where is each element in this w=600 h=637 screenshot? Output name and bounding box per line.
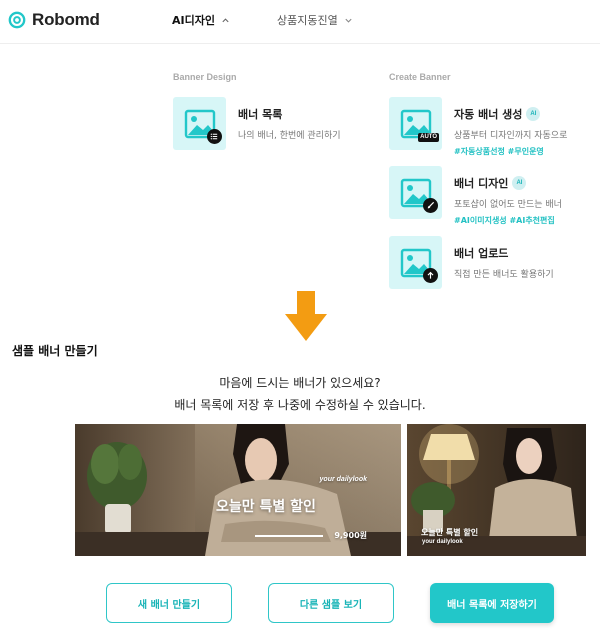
banner-design-desc: 포토샵이 없어도 만드는 배너: [454, 200, 562, 210]
banner-list-label: 배너 목록: [238, 108, 283, 121]
banner-tagline: your dailylook: [422, 539, 463, 545]
banner-headline: 오늘만 특별 할인: [216, 499, 316, 515]
banner-divider: [255, 535, 323, 537]
top-header: Robomd AI디자인 상품지동진열: [0, 0, 600, 44]
banner-list-desc: 나의 배너, 한번에 관리하기: [238, 131, 341, 141]
image-list-icon: [173, 97, 226, 150]
save-to-list-button[interactable]: 배너 목록에 저장하기: [430, 583, 554, 623]
banner-design-tags: #AI이미지생성 #AI추천편집: [454, 216, 555, 225]
sample-banner-narrow[interactable]: 오늘만 특별 할인 your dailylook: [407, 424, 586, 556]
nav-ai-design-label: AI디자인: [172, 14, 215, 27]
arrow-down-icon: [285, 291, 327, 341]
upload-arrow-icon: [423, 268, 438, 283]
section-title: 샘플 배너 만들기: [12, 344, 98, 358]
banner-tagline: your dailylook: [319, 476, 367, 483]
nav-product-display[interactable]: 상품지동진열: [277, 12, 353, 28]
banner-design-heading: Banner Design: [173, 72, 237, 82]
image-auto-icon: AUTO: [389, 97, 442, 150]
menu-item-auto-banner[interactable]: AUTO 자동 배너 생성 AI 상품부터 디자인까지 자동으로 #자동상품선정…: [389, 97, 567, 157]
menu-item-banner-design[interactable]: 배너 디자인 AI 포토샵이 없어도 만드는 배너 #AI이미지생성 #AI추천…: [389, 166, 562, 226]
menu-item-banner-upload[interactable]: 배너 업로드 직접 만든 배너도 활용하기: [389, 236, 554, 289]
auto-banner-tags: #자동상품선정 #무인운영: [454, 147, 544, 156]
image-upload-icon: [389, 236, 442, 289]
ai-badge: AI: [526, 107, 541, 121]
auto-banner-label: 자동 배너 생성: [454, 108, 523, 121]
brand-logo[interactable]: Robomd: [8, 10, 100, 30]
question-line-2: 배너 목록에 저장 후 나중에 수정하실 수 있습니다.: [174, 398, 426, 412]
sample-banner-wide[interactable]: your dailylook 오늘만 특별 할인 9,900원: [75, 424, 401, 556]
other-samples-button[interactable]: 다른 샘플 보기: [268, 583, 394, 623]
banner-headline: 오늘만 특별 할인: [421, 528, 479, 537]
chevron-down-icon: [345, 18, 352, 23]
nav-product-display-label: 상품지동진열: [277, 14, 338, 27]
banner-upload-label: 배너 업로드: [454, 247, 509, 260]
nav-ai-design[interactable]: AI디자인: [172, 12, 230, 28]
image-brush-icon: [389, 166, 442, 219]
menu-item-banner-list[interactable]: 배너 목록 나의 배너, 한번에 관리하기: [173, 97, 341, 150]
sample-question: 마음에 드시는 배너가 있으세요? 배너 목록에 저장 후 나중에 수정하실 수…: [0, 372, 600, 416]
robomd-logo-icon: [8, 11, 26, 29]
auto-badge: AUTO: [418, 133, 439, 142]
list-icon: [207, 129, 222, 144]
new-banner-button[interactable]: 새 배너 만들기: [106, 583, 232, 623]
banner-upload-desc: 직접 만든 배너도 활용하기: [454, 270, 554, 280]
brand-name: Robomd: [32, 10, 100, 29]
chevron-up-icon: [222, 17, 229, 22]
banner-price: 9,900원: [334, 531, 367, 540]
create-banner-heading: Create Banner: [389, 72, 451, 82]
brush-icon: [423, 198, 438, 213]
question-line-1: 마음에 드시는 배너가 있으세요?: [219, 376, 381, 390]
banner-design-label: 배너 디자인: [454, 177, 509, 190]
ai-badge: AI: [512, 176, 527, 190]
auto-banner-desc: 상품부터 디자인까지 자동으로: [454, 131, 568, 141]
